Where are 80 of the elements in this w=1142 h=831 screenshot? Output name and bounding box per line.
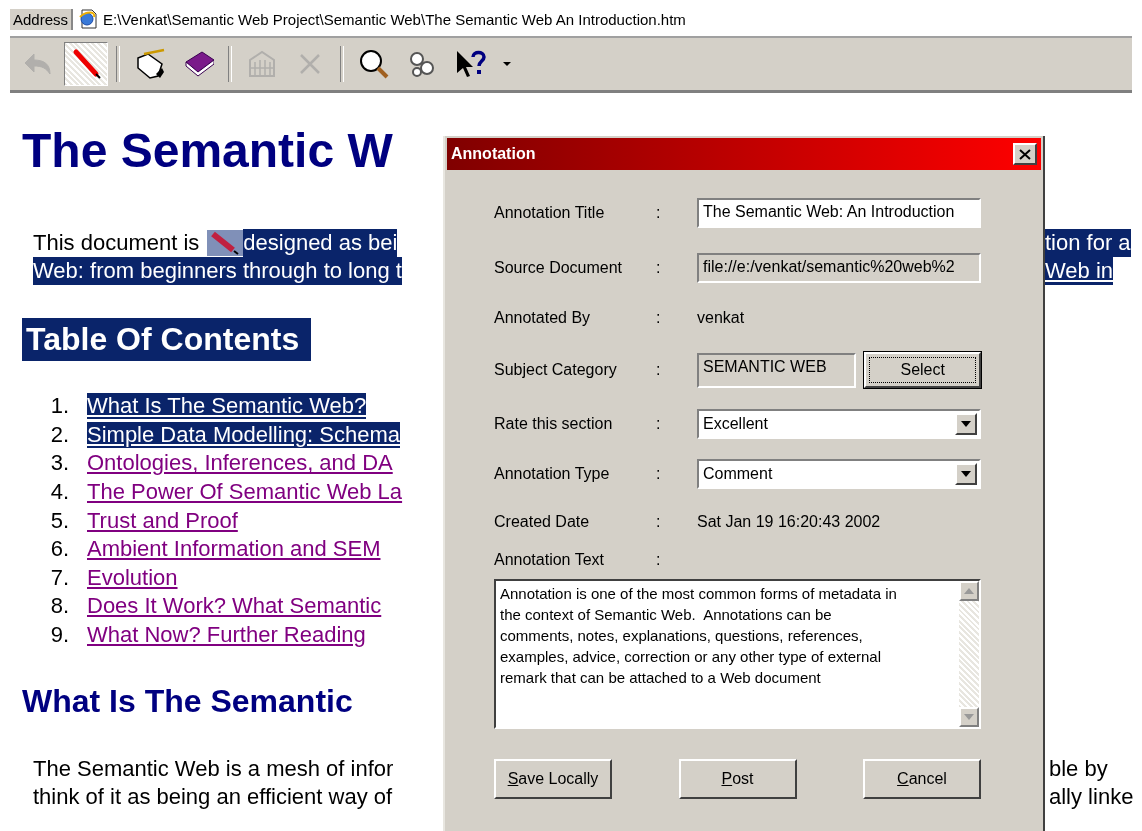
category-field[interactable]: SEMANTIC WEB (697, 352, 857, 388)
colon-text: : (656, 513, 662, 531)
building-icon (246, 48, 278, 80)
body-text: ally linke (1049, 783, 1135, 811)
text-area[interactable] (494, 579, 981, 729)
list-number: 7. (49, 564, 70, 591)
dialog-button[interactable]: Post (678, 759, 797, 799)
list-number: 9. (49, 622, 70, 649)
list-number: 2. (49, 421, 70, 448)
field-label: Annotation Text (494, 551, 605, 569)
address-field[interactable]: E:\Venkat\Semantic Web Project\Semantic Web\The Semantic Web An Introduction.htm (103, 10, 686, 28)
toc-link[interactable]: Simple Data Modelling: Schema (87, 421, 401, 448)
field-label: Annotated By (494, 309, 592, 327)
dialog-button[interactable]: Cancel (863, 759, 981, 799)
list-number: 8. (49, 593, 70, 620)
list-number: 1. (49, 393, 70, 420)
colon-text: : (656, 415, 662, 433)
body-text: Web: from beginners through to long t (33, 257, 402, 285)
toc-link[interactable]: Ontologies, Inferences, and DA (87, 450, 393, 477)
dialog-title: Annotation (451, 145, 536, 163)
caret-icon (961, 421, 971, 427)
toc-link[interactable]: The Power Of Semantic Web La (87, 479, 403, 506)
colon-text: : (656, 309, 662, 327)
list-number: 4. (49, 479, 70, 506)
body-text: ble by (1049, 755, 1109, 783)
scroll-up-button[interactable] (959, 581, 979, 601)
list-number: 5. (49, 507, 70, 534)
toc-link[interactable]: Does It Work? What Semantic (87, 593, 382, 620)
dropdown-arrow-button[interactable] (955, 413, 977, 435)
toc-link[interactable]: Trust and Proof (87, 507, 238, 534)
address-label: Address (10, 8, 74, 30)
toc-link[interactable]: Evolution (87, 564, 178, 591)
field-value: Sat Jan 19 16:20:43 2002 (697, 513, 882, 531)
scrollbar[interactable] (959, 581, 979, 727)
colon-text: : (656, 203, 662, 222)
dropdown[interactable]: Comment (697, 459, 981, 489)
dropdown-arrow-button[interactable] (955, 463, 977, 485)
section-heading: What Is The Semantic (22, 682, 354, 722)
field-label: Annotation Type (494, 465, 611, 483)
body-text: This document is (33, 229, 200, 257)
page-title: The Semantic W (22, 123, 394, 179)
toc-link[interactable]: What Now? Further Reading (87, 622, 366, 649)
text-field[interactable]: file://e:/venkat/semantic%20web%2 (697, 252, 981, 283)
search-icon (358, 48, 390, 80)
highlighter-button[interactable] (64, 42, 108, 86)
body-text: The Semantic Web is a mesh of infor (33, 755, 395, 784)
close-icon (1019, 148, 1031, 160)
text-field[interactable]: The Semantic Web: An Introduction (697, 197, 981, 228)
up-arrow-icon (964, 588, 974, 594)
caret-icon (961, 471, 971, 477)
close-button[interactable] (1013, 143, 1037, 165)
list-number: 3. (49, 450, 70, 477)
down-arrow-icon (964, 714, 974, 720)
body-text: designed as bei (243, 229, 398, 257)
dropdown-value: Excellent (703, 415, 768, 433)
colon-text: : (656, 258, 662, 277)
list-number: 6. (49, 536, 70, 563)
scroll-down-button[interactable] (959, 707, 979, 727)
colon-text: : (656, 465, 662, 483)
text-link[interactable]: Web in (1045, 257, 1114, 285)
dialog-button[interactable]: Save Locally (494, 759, 612, 799)
select-button[interactable]: Select (864, 352, 981, 388)
toc-link[interactable]: Ambient Information and SEM (87, 536, 381, 563)
colon-text: : (656, 551, 662, 569)
colon-text: : (656, 361, 662, 379)
field-value: venkat (697, 309, 746, 327)
body-text: tion for a (1045, 229, 1131, 257)
field-label: Annotation Title (494, 203, 606, 222)
caret-icon (502, 61, 512, 67)
annotation-text: Annotation is one of the most common forms of metadata in the context of Semantic Web. Annotations can be comments, notes, explanations, questions, references, examples, advice, correction or any other type of external remark that can be attached to a Web document (499, 584, 898, 688)
field-label: Rate this section (494, 415, 614, 433)
field-label: Source Document (494, 258, 624, 277)
toc-link[interactable]: What Is The Semantic Web? (87, 393, 367, 420)
dropdown[interactable]: Excellent (697, 409, 981, 439)
field-label: Created Date (494, 513, 591, 531)
body-text: think of it as being an efficient way of (33, 783, 394, 812)
dropdown-value: Comment (703, 465, 773, 483)
section-heading: Table Of Contents (22, 318, 312, 361)
field-label: Subject Category (494, 361, 618, 379)
help-icon (454, 48, 486, 80)
